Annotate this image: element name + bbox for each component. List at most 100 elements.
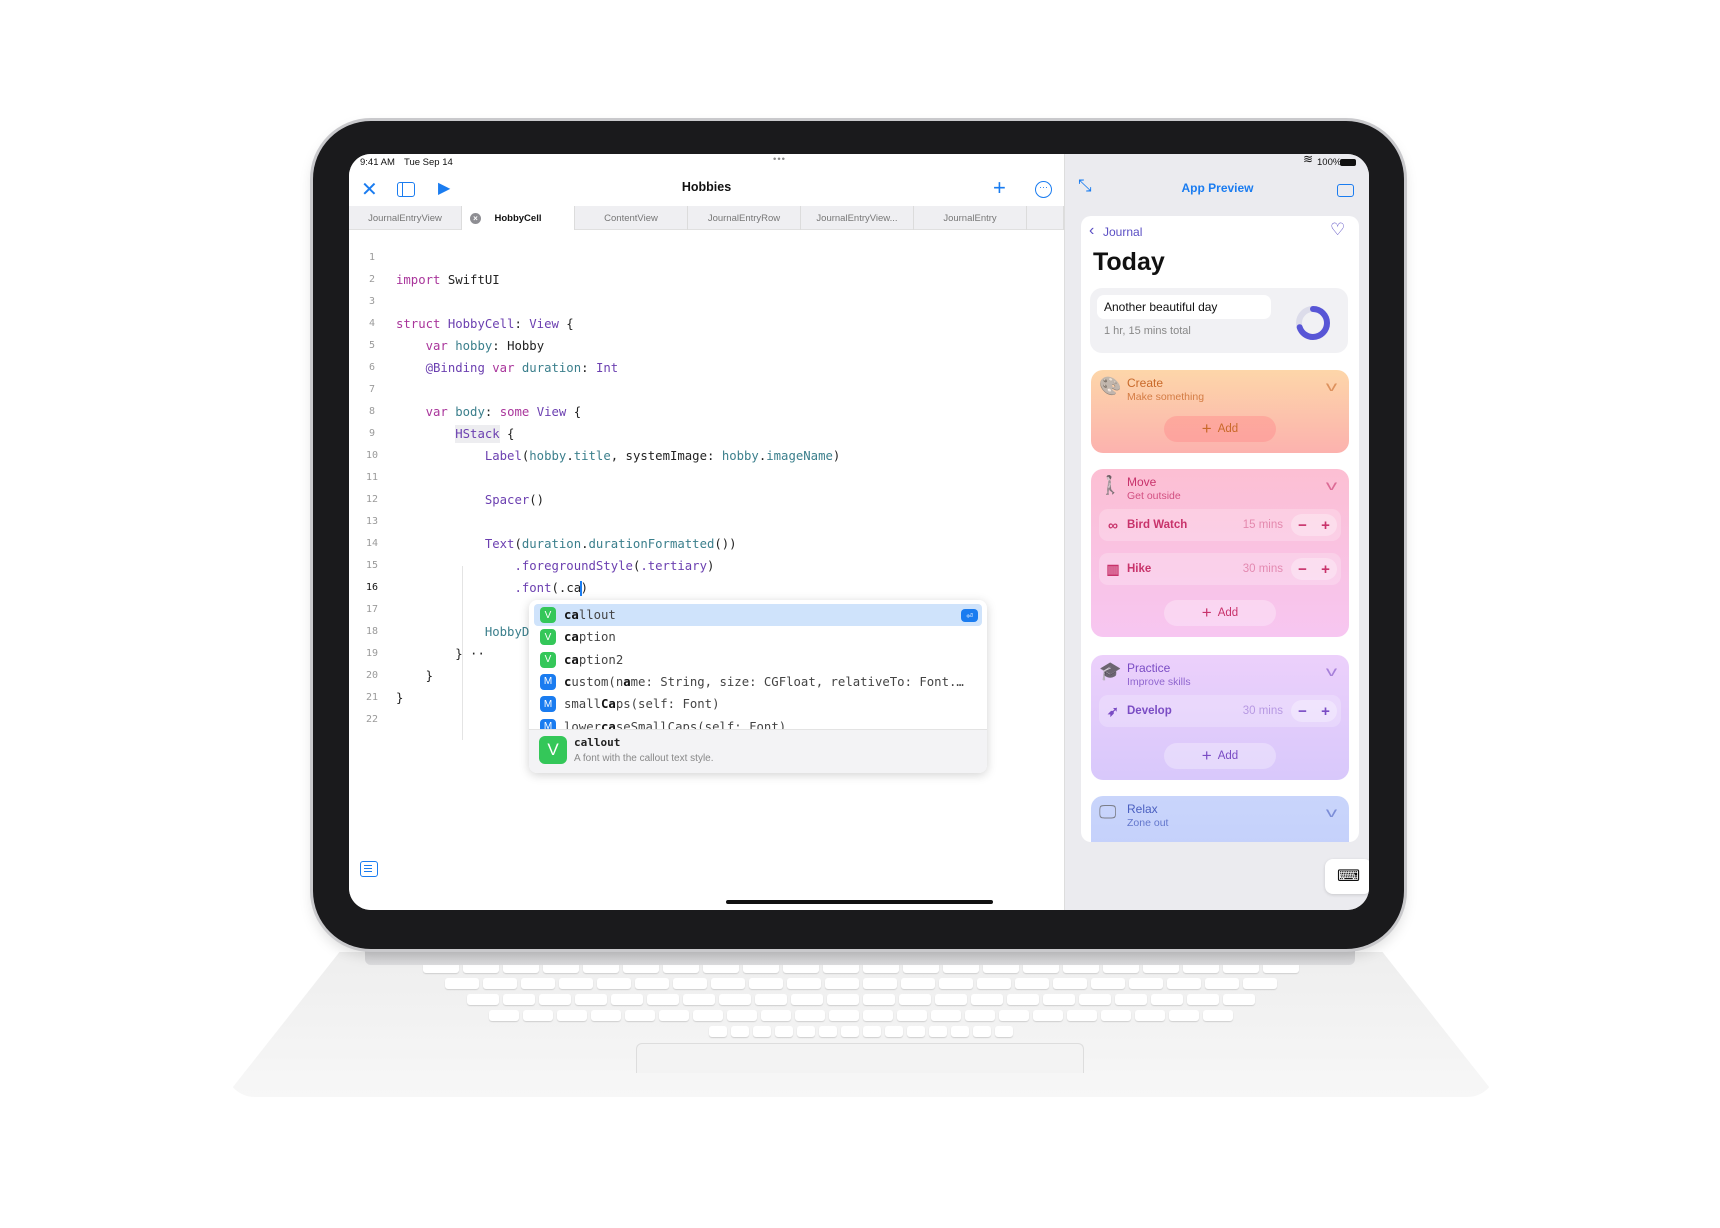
key[interactable] <box>829 1010 859 1021</box>
key[interactable] <box>1151 994 1183 1005</box>
key[interactable] <box>1091 978 1125 989</box>
tab-journalentryview[interactable]: JournalEntryView... <box>801 206 914 230</box>
tab-journalentryview[interactable]: JournalEntryView <box>349 206 462 230</box>
key[interactable] <box>557 1010 587 1021</box>
key[interactable] <box>749 978 783 989</box>
key[interactable] <box>709 1026 727 1037</box>
key[interactable] <box>1187 994 1219 1005</box>
code-line[interactable]: Label(hobby.title, systemImage: hobby.im… <box>396 445 840 467</box>
code-line[interactable]: } ·· <box>396 643 485 665</box>
key[interactable] <box>521 978 555 989</box>
key[interactable] <box>1101 1010 1131 1021</box>
minus-icon[interactable]: − <box>1298 561 1307 578</box>
key[interactable] <box>787 978 821 989</box>
key[interactable] <box>1243 978 1277 989</box>
key[interactable] <box>797 1026 815 1037</box>
key[interactable] <box>659 1010 689 1021</box>
key[interactable] <box>1135 1010 1165 1021</box>
device-icon[interactable] <box>1337 184 1354 197</box>
key[interactable] <box>899 994 931 1005</box>
key[interactable] <box>929 1026 947 1037</box>
key[interactable] <box>711 978 745 989</box>
key[interactable] <box>863 978 897 989</box>
key[interactable] <box>827 994 859 1005</box>
key[interactable] <box>719 994 751 1005</box>
key[interactable] <box>841 1026 859 1037</box>
code-line[interactable]: HStack { <box>396 423 514 445</box>
key[interactable] <box>1129 978 1163 989</box>
code-line[interactable]: HobbyDu <box>396 621 537 643</box>
code-line[interactable]: var body: some View { <box>396 401 582 423</box>
close-tab-icon[interactable]: × <box>470 213 481 224</box>
plus-icon[interactable]: + <box>1321 517 1330 534</box>
key[interactable] <box>575 994 607 1005</box>
key[interactable] <box>1007 994 1039 1005</box>
key[interactable] <box>935 994 967 1005</box>
code-line[interactable]: .font(.ca) <box>396 577 588 599</box>
entry-title-field[interactable]: Another beautiful day <box>1097 295 1271 319</box>
key[interactable] <box>647 994 679 1005</box>
code-line[interactable]: } <box>396 687 403 709</box>
key[interactable] <box>1203 1010 1233 1021</box>
autocomplete-item[interactable]: Vca ption2 <box>534 649 982 671</box>
key[interactable] <box>761 1010 791 1021</box>
key[interactable] <box>999 1010 1029 1021</box>
key[interactable] <box>973 1026 991 1037</box>
add-button[interactable]: + Add <box>1164 416 1276 442</box>
key[interactable] <box>885 1026 903 1037</box>
key[interactable] <box>611 994 643 1005</box>
more-icon[interactable]: ··· <box>1035 181 1052 198</box>
code-line[interactable]: var hobby: Hobby <box>396 335 544 357</box>
heart-icon[interactable]: ♡ <box>1330 220 1345 240</box>
key[interactable] <box>901 978 935 989</box>
chevron-down-icon[interactable]: v <box>1326 804 1337 820</box>
key[interactable] <box>483 978 517 989</box>
key[interactable] <box>795 1010 825 1021</box>
key[interactable] <box>683 994 715 1005</box>
key[interactable] <box>445 978 479 989</box>
minus-icon[interactable]: − <box>1298 703 1307 720</box>
key[interactable] <box>1067 1010 1097 1021</box>
key[interactable] <box>931 1010 961 1021</box>
key[interactable] <box>1043 994 1075 1005</box>
tab-hobbycell[interactable]: × HobbyCell <box>462 206 575 230</box>
plus-icon[interactable]: + <box>1321 703 1330 720</box>
key[interactable] <box>755 994 787 1005</box>
key[interactable] <box>597 978 631 989</box>
key[interactable] <box>863 1026 881 1037</box>
key[interactable] <box>1169 1010 1199 1021</box>
key[interactable] <box>625 1010 655 1021</box>
key[interactable] <box>635 978 669 989</box>
code-line[interactable]: @Binding var duration: Int <box>396 357 619 379</box>
key[interactable] <box>971 994 1003 1005</box>
code-line[interactable]: struct HobbyCell: View { <box>396 313 574 335</box>
minus-icon[interactable]: − <box>1298 517 1307 534</box>
key[interactable] <box>1053 978 1087 989</box>
code-line[interactable]: Spacer() <box>396 489 544 511</box>
console-icon[interactable] <box>360 861 378 877</box>
return-key-icon[interactable]: ⏎ <box>961 608 978 622</box>
trackpad[interactable] <box>636 1043 1084 1073</box>
tab-journalentryrow[interactable]: JournalEntryRow <box>688 206 801 230</box>
code-line[interactable]: import SwiftUI <box>396 269 500 291</box>
autocomplete-item[interactable]: Vca ption <box>534 626 982 648</box>
tab-empty[interactable] <box>1027 206 1064 230</box>
key[interactable] <box>1167 978 1201 989</box>
tab-contentview[interactable]: ContentView <box>575 206 688 230</box>
add-button[interactable]: + Add <box>1164 600 1276 626</box>
key[interactable] <box>503 994 535 1005</box>
key[interactable] <box>939 978 973 989</box>
key[interactable] <box>825 978 859 989</box>
key[interactable] <box>591 1010 621 1021</box>
key[interactable] <box>539 994 571 1005</box>
key[interactable] <box>791 994 823 1005</box>
autocomplete-item[interactable]: Vca llout ⏎ <box>534 604 982 626</box>
key[interactable] <box>489 1010 519 1021</box>
code-line[interactable]: Text(duration.durationFormatted()) <box>396 533 737 555</box>
chevron-down-icon[interactable]: v <box>1326 477 1337 493</box>
key[interactable] <box>907 1026 925 1037</box>
key[interactable] <box>753 1026 771 1037</box>
key[interactable] <box>727 1010 757 1021</box>
duration-stepper[interactable]: − + <box>1291 558 1337 580</box>
tab-journalentry[interactable]: JournalEntry <box>914 206 1027 230</box>
